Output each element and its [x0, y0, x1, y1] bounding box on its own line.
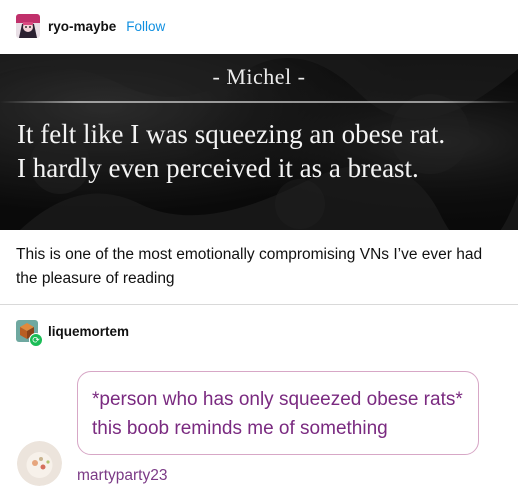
avatar[interactable]: [16, 14, 40, 38]
reblogger-username[interactable]: liquemortem: [48, 324, 129, 339]
post-caption: This is one of the most emotionally comp…: [16, 246, 483, 287]
follow-button[interactable]: Follow: [126, 19, 165, 34]
tumblr-post: ryo-maybe Follow - Michel - It felt like…: [0, 0, 518, 500]
divider: [0, 304, 518, 305]
reblog-header: ⟳ liquemortem: [16, 320, 129, 347]
commenter-username[interactable]: martyparty23: [77, 467, 167, 485]
username[interactable]: ryo-maybe: [48, 19, 116, 34]
dialogue-line: I hardly even perceived it as a breast.: [17, 153, 419, 183]
speaker-divider: [0, 101, 518, 103]
comment-bubble: *person who has only squeezed obese rats…: [77, 371, 479, 455]
avatar[interactable]: ⟳: [16, 320, 43, 347]
dialogue-line: It felt like I was squeezing an obese ra…: [17, 119, 446, 149]
post-header: ryo-maybe Follow: [16, 14, 165, 38]
avatar[interactable]: [17, 441, 62, 486]
reblog-icon: ⟳: [29, 333, 43, 347]
speaker-name: - Michel -: [212, 64, 306, 89]
post-image: - Michel - It felt like I was squeezing …: [0, 54, 518, 230]
dialogue-text: It felt like I was squeezing an obese ra…: [17, 117, 507, 185]
